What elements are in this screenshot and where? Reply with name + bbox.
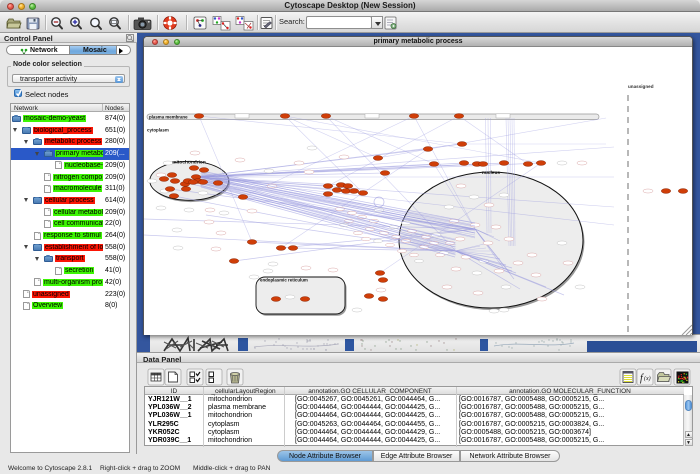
svg-text:plasma membrane: plasma membrane	[149, 114, 188, 119]
svg-text:endoplasmic reticulum: endoplasmic reticulum	[260, 278, 308, 283]
svg-text:mitochondrion: mitochondrion	[172, 160, 206, 166]
svg-text:(x): (x)	[644, 375, 651, 382]
svg-text:nucleus: nucleus	[482, 170, 500, 176]
svg-text:unassigned: unassigned	[628, 84, 654, 89]
svg-text:cytoplasm: cytoplasm	[147, 128, 169, 133]
